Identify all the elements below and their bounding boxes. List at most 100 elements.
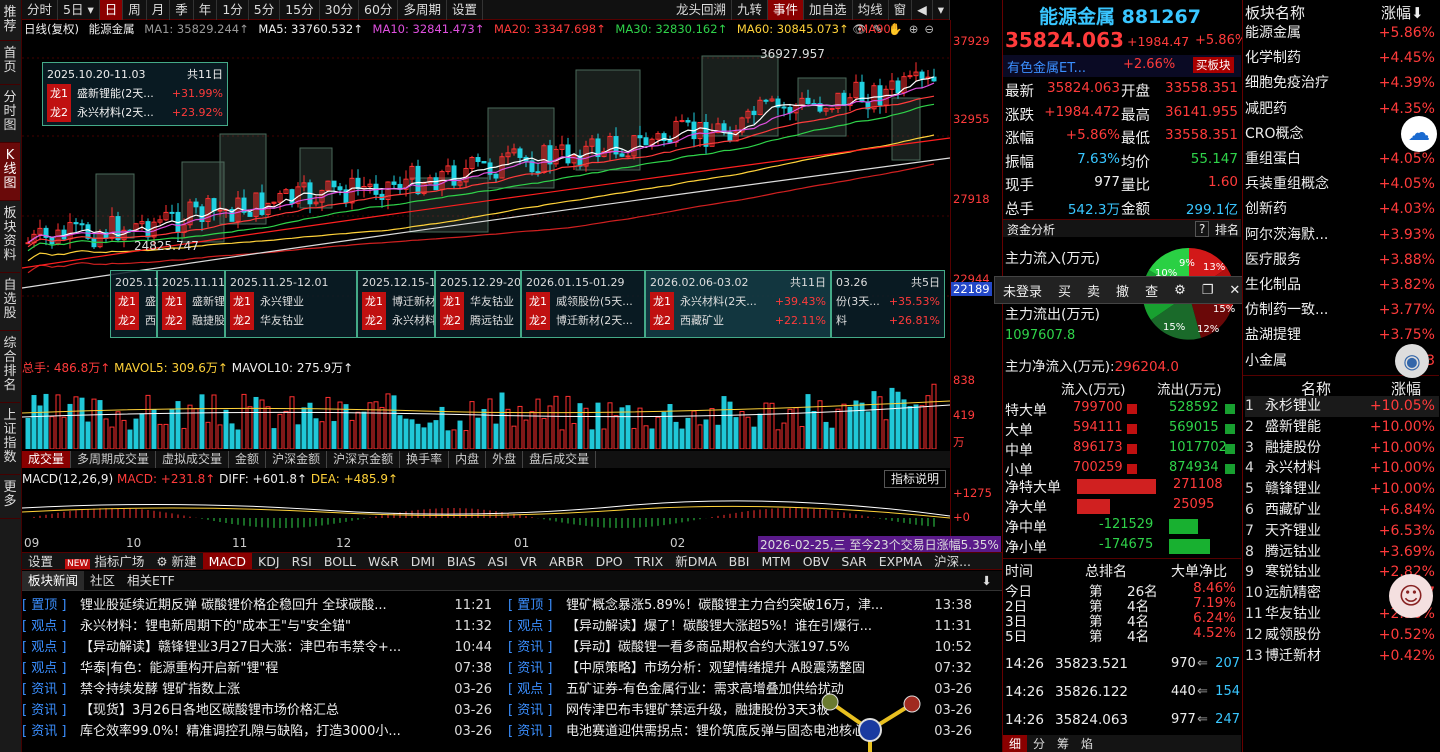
news-item[interactable]: [ 资讯 ] 【现货】3月26日各地区碳酸锂市场价格汇总 03-26: [22, 700, 492, 721]
assistant-icon[interactable]: ◉: [1395, 344, 1429, 378]
stock-name[interactable]: 永杉锂业: [1265, 398, 1321, 414]
sector-item[interactable]: 重组蛋白 +4.05%: [1245, 147, 1439, 172]
dragon-bubble[interactable]: 2025.11 龙1 盛龙2 西: [110, 270, 161, 338]
vol-tab-turnover[interactable]: 换手率: [400, 451, 450, 468]
cancel-order-button[interactable]: 撤: [1108, 281, 1137, 300]
rank-link[interactable]: 排名: [1215, 221, 1239, 238]
ind-macd[interactable]: MACD: [202, 553, 253, 569]
ind-more[interactable]: 沪深...: [928, 553, 977, 569]
stock-item[interactable]: 1 永杉锂业 +10.05%: [1245, 396, 1439, 417]
ind-wr[interactable]: W&R: [362, 553, 405, 569]
dragon-bubble[interactable]: 2025.11.25-12.01 龙1 永兴锂业 龙2 华友钴业: [225, 270, 357, 338]
nav-sector-info[interactable]: 板块资料: [0, 201, 20, 273]
sector-item[interactable]: 仿制药一致... +3.77%: [1245, 298, 1439, 323]
news-title[interactable]: 网传津巴布韦锂矿禁运升级，融捷股份3天3板: [566, 703, 830, 718]
dragon-bubble[interactable]: 2025.12.29-20 龙1 华友钴业 龙2 腾远钴业: [435, 270, 521, 338]
dragon-bubble[interactable]: 2025.11.11 龙1 盛新锂 龙2 融捷股: [157, 270, 225, 338]
sector-item[interactable]: 阿尔茨海默... +3.93%: [1245, 223, 1439, 248]
news-item[interactable]: [ 置顶 ] 锂业股延续近期反弹 碳酸锂价格企稳回升 全球碳酸... 11:21: [22, 595, 492, 616]
vol-tab-virtual[interactable]: 虚拟成交量: [156, 451, 230, 468]
edit-icon[interactable]: ✎: [873, 22, 883, 36]
news-title[interactable]: 【现货】3月26日各地区碳酸锂市场价格汇总: [80, 703, 339, 718]
tab-flame[interactable]: 焰: [1075, 735, 1099, 752]
buy-button[interactable]: 买: [1050, 281, 1079, 300]
stock-name[interactable]: 盛新锂能: [1265, 419, 1321, 435]
window-button[interactable]: 窗: [889, 0, 913, 20]
vol-tab-hs-amount[interactable]: 沪深金额: [266, 451, 328, 468]
dragon-bubble-active[interactable]: 2026.02.06-03.02 共11日 龙1 永兴材料(2天... +39.43% 龙…: [645, 270, 831, 338]
ind-expma[interactable]: EXPMA: [873, 553, 928, 569]
stock-item[interactable]: 8 腾远钴业 +3.69%: [1245, 542, 1439, 563]
add-watchlist-button[interactable]: 加自选: [804, 0, 853, 20]
news-title[interactable]: 锂业股延续近期反弹 碳酸锂价格企稳回升 全球碳酸...: [80, 598, 387, 613]
event-button[interactable]: 事件: [768, 0, 805, 20]
tab-settings[interactable]: 设置: [447, 0, 483, 20]
dragon-bubble[interactable]: 03.26 共5日 份(3天... +35.53% 料 +26.81%: [831, 270, 945, 338]
tab-day[interactable]: 日: [99, 0, 124, 20]
tab-week[interactable]: 周: [123, 0, 147, 20]
ind-mtm[interactable]: MTM: [756, 553, 797, 569]
stock-item[interactable]: 13 博迁新材 +0.42%: [1245, 646, 1439, 667]
sector-item[interactable]: 医疗服务 +3.88%: [1245, 248, 1439, 273]
ind-newdma[interactable]: 新DMA: [669, 553, 722, 569]
ind-square[interactable]: NEW 指标广场: [59, 553, 150, 569]
ind-settings[interactable]: 设置: [22, 553, 59, 569]
news-title[interactable]: 【异动解读】爆了！碳酸锂大涨超5%！谁在引爆行...: [566, 619, 872, 634]
news-item[interactable]: [ 资讯 ] 禁令持续发酵 锂矿指数上涨 03-26: [22, 679, 492, 700]
sector-item[interactable]: 创新药 +4.03%: [1245, 197, 1439, 222]
sector-item[interactable]: 兵装重组概念 +4.05%: [1245, 172, 1439, 197]
cloud-icon[interactable]: ☁: [1401, 116, 1437, 152]
vol-tab-afterhours[interactable]: 盘后成交量: [523, 451, 597, 468]
ma-button[interactable]: 均线: [853, 0, 889, 20]
news-title[interactable]: 五矿证券-有色金属行业：需求高增叠加供给扰动: [566, 682, 844, 697]
news-title[interactable]: 【异动】碳酸锂一看多商品期权合约大涨197.5%: [566, 640, 850, 655]
ind-kdj[interactable]: KDJ: [252, 553, 286, 569]
nav-ranking[interactable]: 综合排名: [0, 331, 20, 403]
stock-item[interactable]: 12 威领股份 +0.52%: [1245, 625, 1439, 646]
stock-name[interactable]: 赣锋锂业: [1265, 481, 1321, 497]
tab-etf[interactable]: 相关ETF: [121, 571, 181, 590]
help-button[interactable]: ?: [1195, 221, 1210, 237]
news-item[interactable]: [ 资讯 ] 【中原策略】市场分析：观望情绪提升 A股震荡整固 07:32: [508, 658, 972, 679]
dragon-bubble-top[interactable]: 2025.10.20-11.03 共11日 龙1 盛新锂能(2天... +31.99%…: [42, 62, 228, 126]
eye-icon[interactable]: 👁: [852, 22, 867, 36]
play-icon[interactable]: ◀: [912, 0, 933, 20]
chevron-down-icon[interactable]: ▾: [933, 0, 950, 20]
tab-community[interactable]: 社区: [84, 571, 121, 590]
query-button[interactable]: 查: [1137, 281, 1166, 300]
tab-year[interactable]: 年: [194, 0, 218, 20]
stock-item[interactable]: 2 盛新锂能 +10.00%: [1245, 417, 1439, 438]
stock-name[interactable]: 腾远钴业: [1265, 544, 1321, 560]
sector-item[interactable]: 生化制品 +3.82%: [1245, 273, 1439, 298]
news-item[interactable]: [ 观点 ] 永兴材料：锂电新周期下的"成本王"与"安全锚" 11:32: [22, 616, 492, 637]
ind-obv[interactable]: OBV: [797, 553, 836, 569]
tab-chips[interactable]: 筹: [1051, 735, 1075, 752]
buy-sector-button[interactable]: 买板块: [1193, 57, 1234, 73]
nav-watchlist[interactable]: 自选股: [0, 273, 20, 331]
news-title[interactable]: 禁令持续发酵 锂矿指数上涨: [80, 682, 240, 697]
dragon-review-button[interactable]: 龙头回溯: [671, 0, 733, 20]
ind-dpo[interactable]: DPO: [590, 553, 629, 569]
window-icon[interactable]: ❐: [1194, 283, 1222, 298]
stock-item[interactable]: 7 天齐锂业 +6.53%: [1245, 521, 1439, 542]
zoom-in-icon[interactable]: ⊕: [909, 22, 919, 36]
ind-arbr[interactable]: ARBR: [543, 553, 590, 569]
ind-asi[interactable]: ASI: [482, 553, 514, 569]
news-item[interactable]: [ 观点 ] 【异动解读】爆了！碳酸锂大涨超5%！谁在引爆行... 11:31: [508, 616, 972, 637]
news-title[interactable]: 永兴材料：锂电新周期下的"成本王"与"安全锚": [80, 619, 351, 634]
ind-trix[interactable]: TRIX: [629, 553, 670, 569]
gear-icon[interactable]: ⚙: [1166, 283, 1194, 298]
nav-sh-index[interactable]: 上证指数: [0, 403, 20, 475]
stock-name[interactable]: 西藏矿业: [1265, 502, 1321, 518]
tab-5min[interactable]: 5分: [249, 0, 281, 20]
news-item[interactable]: [ 资讯 ] 【异动】碳酸锂一看多商品期权合约大涨197.5% 10:52: [508, 637, 972, 658]
ind-dmi[interactable]: DMI: [405, 553, 441, 569]
sector-item[interactable]: 细胞免疫治疗 +4.39%: [1245, 71, 1439, 96]
tab-detail[interactable]: 细: [1003, 735, 1028, 752]
dragon-bubble[interactable]: 2026.01.15-01.29 龙1 威领股份(5天... 龙2 博迁新材(2天...: [521, 270, 645, 338]
tab-month[interactable]: 月: [147, 0, 171, 20]
ind-bbi[interactable]: BBI: [723, 553, 756, 569]
sector-item[interactable]: 能源金属 +5.86%: [1245, 21, 1439, 46]
stock-name[interactable]: 博迁新材: [1265, 648, 1321, 664]
vol-tab-volume[interactable]: 成交量: [22, 451, 72, 468]
